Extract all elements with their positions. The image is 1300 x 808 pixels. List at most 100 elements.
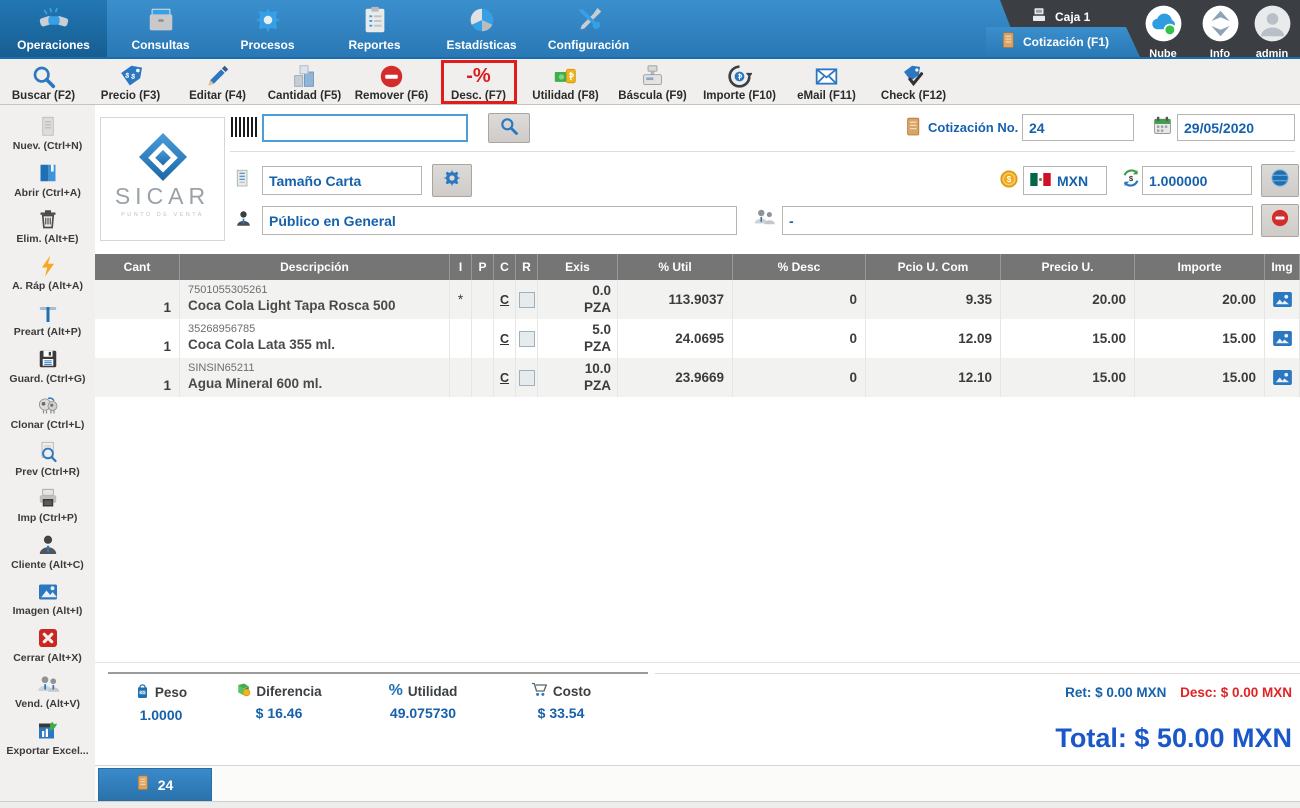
sidebar-item-imagen[interactable]: Imagen (Alt+I) [0, 575, 95, 622]
register-icon [1030, 6, 1048, 27]
menu-item-reportes[interactable]: Reportes [321, 0, 428, 57]
profit-icon [553, 63, 578, 89]
sidebar-item-imprimir[interactable]: Imp (Ctrl+P) [0, 482, 95, 529]
menu-item-configuracion[interactable]: Configuración [535, 0, 642, 57]
desc-value: $ 0.00 MXN [1220, 685, 1292, 700]
barcode-icon [231, 117, 257, 137]
importe-button[interactable]: Importe (F10) [696, 59, 783, 104]
c-link[interactable]: C [500, 371, 509, 385]
bottom-band [0, 801, 1300, 808]
sidebar-item-articulo-rapido[interactable]: A. Ráp (Alt+A) [0, 250, 95, 297]
c-link[interactable]: C [500, 332, 509, 346]
station-label: Caja 1 [1055, 9, 1091, 24]
menu-item-consultas[interactable]: Consultas [107, 0, 214, 57]
handshake-icon [39, 5, 69, 35]
email-icon [814, 63, 839, 89]
utilidad-button[interactable]: Utilidad (F8) [522, 59, 609, 104]
quote-number-input[interactable] [1022, 114, 1134, 141]
row-checkbox[interactable] [518, 291, 535, 308]
vendor-input[interactable] [782, 206, 1253, 235]
quantity-icon [292, 63, 317, 89]
metric-utilidad: % Utilidad 49.075730 [357, 682, 489, 721]
cell-cant: 1 [95, 319, 180, 358]
bascula-button[interactable]: Báscula (F9) [609, 59, 696, 104]
metric-value: $ 16.46 [255, 705, 303, 721]
new-document-icon [35, 114, 60, 139]
svg-text:KG: KG [139, 690, 145, 695]
menu-item-estadisticas[interactable]: Estadísticas [428, 0, 535, 57]
svg-text:$: $ [1129, 174, 1134, 183]
editar-button[interactable]: Editar (F4) [174, 59, 261, 104]
c-link[interactable]: C [500, 293, 509, 307]
exchange-rate-input[interactable] [1142, 166, 1252, 195]
items-table: Cant Descripción I P C R Exis % Util % D… [95, 254, 1300, 397]
user-button[interactable]: admin [1246, 5, 1298, 60]
print-format-input[interactable] [262, 166, 422, 195]
col-r: R [516, 254, 538, 280]
row-checkbox[interactable] [518, 369, 535, 386]
sidebar-item-clonar[interactable]: Clonar (Ctrl+L) [0, 389, 95, 436]
cantidad-button[interactable]: Cantidad (F5) [261, 59, 348, 104]
tools-icon [574, 5, 604, 35]
currency-info-button[interactable] [1261, 164, 1299, 197]
calendar-icon[interactable] [1153, 116, 1172, 140]
sidebar-item-eliminar[interactable]: Elim. (Alt+E) [0, 203, 95, 250]
sidebar-item-preart[interactable]: Preart (Alt+P) [0, 296, 95, 343]
save-icon [35, 347, 60, 372]
sidebar-item-vendedor[interactable]: Vend. (Alt+V) [0, 668, 95, 715]
sidebar-item-cliente[interactable]: Cliente (Alt+C) [0, 529, 95, 576]
check-icon [901, 63, 926, 89]
tool-label: Precio (F3) [100, 90, 161, 102]
info-button[interactable]: Info [1194, 5, 1246, 60]
sidebar-item-previsualizar[interactable]: Prev (Ctrl+R) [0, 436, 95, 483]
sidebar-item-abrir[interactable]: Abrir (Ctrl+A) [0, 157, 95, 204]
document-tab-24[interactable]: 24 [98, 768, 212, 801]
remove-vendor-button[interactable] [1261, 204, 1299, 237]
sidebar-item-nuevo[interactable]: Nuev. (Ctrl+N) [0, 110, 95, 157]
table-row[interactable]: 1 7501055305261 Coca Cola Light Tapa Ros… [95, 280, 1300, 319]
svg-text:$ $: $ $ [125, 71, 136, 81]
cell-precio: 15.00 [1001, 358, 1135, 397]
remover-button[interactable]: Remover (F6) [348, 59, 435, 104]
pencil-icon [205, 63, 230, 89]
customer-input[interactable] [262, 206, 737, 235]
row-checkbox[interactable] [518, 330, 535, 347]
table-row[interactable]: 1 35268956785 Coca Cola Lata 355 ml. C 5… [95, 319, 1300, 358]
buscar-button[interactable]: Buscar (F2) [0, 59, 87, 104]
print-icon [35, 486, 60, 511]
table-row[interactable]: 1 SINSIN65211 Agua Mineral 600 ml. C 10.… [95, 358, 1300, 397]
image-icon [35, 579, 60, 604]
email-button[interactable]: eMail (F11) [783, 59, 870, 104]
cloud-button[interactable]: Nube [1137, 5, 1189, 60]
quote-document-icon [1002, 32, 1016, 52]
search-button[interactable] [488, 113, 530, 143]
divider [655, 673, 1300, 674]
currency-select[interactable]: MXN [1023, 166, 1107, 195]
menu-item-label: Reportes [348, 38, 401, 52]
menu-item-operaciones[interactable]: Operaciones [0, 0, 107, 57]
check-button[interactable]: Check (F12) [870, 59, 957, 104]
menu-item-procesos[interactable]: Procesos [214, 0, 321, 57]
row-image-icon[interactable] [1265, 280, 1300, 319]
tool-label: Desc. (F7) [451, 90, 506, 102]
cell-p [472, 358, 494, 397]
document-tab-label: 24 [157, 776, 174, 793]
descuento-button[interactable]: -% Desc. (F7) [435, 59, 522, 104]
person-icon [235, 208, 252, 233]
sidebar-item-exportar-excel[interactable]: Exportar Excel... [0, 715, 95, 762]
row-image-icon[interactable] [1265, 358, 1300, 397]
precio-button[interactable]: $ $ Precio (F3) [87, 59, 174, 104]
sidebar-item-guardar[interactable]: Guard. (Ctrl+G) [0, 343, 95, 390]
menu-bar: Operaciones Consultas Procesos Reportes [0, 0, 1300, 60]
coin-icon: $ [1000, 170, 1018, 193]
col-pcio-u-com: Pcio U. Com [866, 254, 1001, 280]
tab-cotizacion[interactable]: Cotización (F1) [986, 27, 1140, 57]
row-image-icon[interactable] [1265, 319, 1300, 358]
metric-label: Utilidad [407, 683, 458, 699]
clone-icon [35, 393, 60, 418]
tool-label: Utilidad (F8) [532, 90, 599, 102]
date-input[interactable] [1177, 114, 1295, 141]
barcode-input[interactable] [262, 114, 468, 142]
sidebar-item-cerrar[interactable]: Cerrar (Alt+X) [0, 622, 95, 669]
format-settings-button[interactable] [432, 164, 472, 197]
